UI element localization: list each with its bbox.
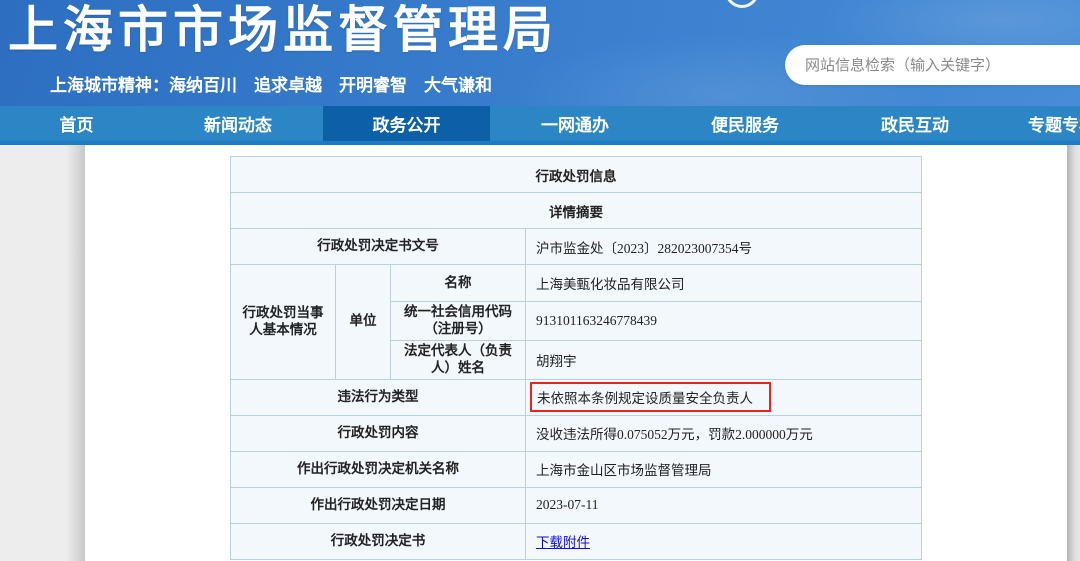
table-row: 行政处罚内容 没收违法所得0.075052万元，罚款2.000000万元 <box>231 415 922 451</box>
party-name-label: 名称 <box>391 265 526 302</box>
table-row: 详情摘要 <box>231 193 922 229</box>
party-type-label: 单位 <box>336 265 391 380</box>
page-body: 行政处罚信息 详情摘要 行政处罚决定书文号 沪市监金处〔2023〕2820230… <box>0 145 1080 561</box>
table-row: 行政处罚决定书文号 沪市监金处〔2023〕282023007354号 <box>231 229 922 265</box>
doc-no-value: 沪市监金处〔2023〕282023007354号 <box>526 229 922 265</box>
party-label: 行政处罚当事人基本情况 <box>231 265 336 380</box>
table-row: 作出行政处罚决定机关名称 上海市金山区市场监督管理局 <box>231 451 922 487</box>
site-title: 上海市市场监督管理局 <box>8 0 558 60</box>
decision-date-label: 作出行政处罚决定日期 <box>231 487 526 523</box>
right-gutter <box>1067 145 1080 561</box>
table-row: 行政处罚信息 <box>231 157 922 193</box>
main-nav: 首页 新闻动态 政务公开 一网通办 便民服务 政民互动 专题专栏 <box>0 106 1080 141</box>
nav-tab-gov-disclosure[interactable]: 政务公开 <box>323 106 490 141</box>
table-row: 行政处罚决定书 下载附件 <box>231 523 922 559</box>
table-row: 行政处罚当事人基本情况 单位 名称 上海美甄化妆品有限公司 <box>231 265 922 302</box>
decision-date-value: 2023-07-11 <box>526 487 922 523</box>
legal-rep-label: 法定代表人（负责人）姓名 <box>391 340 526 379</box>
table-title: 行政处罚信息 <box>231 157 922 193</box>
violation-type-value: 未依照本条例规定设质量安全负责人 <box>537 391 753 406</box>
decision-doc-label: 行政处罚决定书 <box>231 523 526 559</box>
logo-icon <box>725 0 759 8</box>
nav-tab-home[interactable]: 首页 <box>0 106 153 141</box>
download-attachment-link[interactable]: 下载附件 <box>536 535 590 550</box>
table-row: 作出行政处罚决定日期 2023-07-11 <box>231 487 922 523</box>
nav-tab-one-stop[interactable]: 一网通办 <box>490 106 660 141</box>
browser-page: 上海市市场监督管理局 上海城市精神：海纳百川 追求卓越 开明睿智 大气谦和 首页… <box>0 0 1080 561</box>
penalty-info-table: 行政处罚信息 详情摘要 行政处罚决定书文号 沪市监金处〔2023〕2820230… <box>230 156 922 560</box>
nav-tab-special-topics[interactable]: 专题专栏 <box>1000 106 1080 141</box>
violation-type-label: 违法行为类型 <box>231 379 526 415</box>
nav-tab-interaction[interactable]: 政民互动 <box>830 106 1000 141</box>
violation-type-cell: 未依照本条例规定设质量安全负责人 <box>526 379 922 415</box>
doc-no-label: 行政处罚决定书文号 <box>231 229 526 265</box>
table-row: 违法行为类型 未依照本条例规定设质量安全负责人 <box>231 379 922 415</box>
agency-label: 作出行政处罚决定机关名称 <box>231 451 526 487</box>
penalty-content-label: 行政处罚内容 <box>231 415 526 451</box>
agency-value: 上海市金山区市场监督管理局 <box>526 451 922 487</box>
left-gutter <box>0 145 85 561</box>
table-subtitle: 详情摘要 <box>231 193 922 229</box>
search-input[interactable] <box>785 45 1080 85</box>
highlight-annotation: 未依照本条例规定设质量安全负责人 <box>530 382 771 412</box>
decision-doc-cell: 下载附件 <box>526 523 922 559</box>
site-search-box <box>785 45 1080 85</box>
nav-tab-services[interactable]: 便民服务 <box>660 106 830 141</box>
site-slogan: 上海城市精神：海纳百川 追求卓越 开明睿智 大气谦和 <box>50 71 492 96</box>
penalty-content-value: 没收违法所得0.075052万元，罚款2.000000万元 <box>526 415 922 451</box>
site-header: 上海市市场监督管理局 上海城市精神：海纳百川 追求卓越 开明睿智 大气谦和 <box>0 0 1080 106</box>
nav-tab-news[interactable]: 新闻动态 <box>153 106 323 141</box>
party-name-value: 上海美甄化妆品有限公司 <box>526 265 922 302</box>
credit-code-label: 统一社会信用代码（注册号） <box>391 302 526 341</box>
legal-rep-value: 胡翔宇 <box>526 340 922 379</box>
content-area: 行政处罚信息 详情摘要 行政处罚决定书文号 沪市监金处〔2023〕2820230… <box>85 145 1067 561</box>
credit-code-value: 913101163246778439 <box>526 302 922 341</box>
